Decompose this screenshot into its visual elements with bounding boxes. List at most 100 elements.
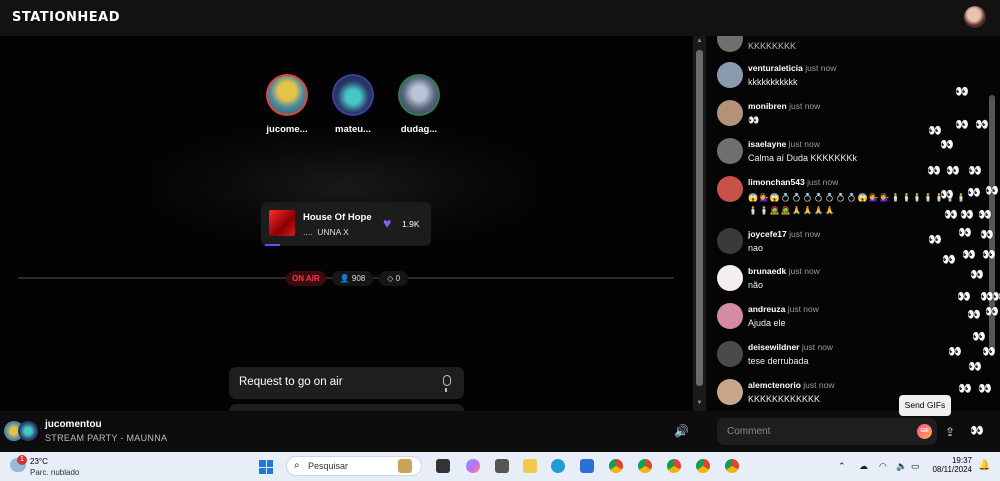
battery-icon[interactable]: ▭ <box>911 461 920 472</box>
cloud-icon[interactable]: ☁ <box>859 461 868 472</box>
clock[interactable]: 19:37 08/11/2024 <box>928 456 972 474</box>
eyes-reaction-icon: 👀 <box>946 165 960 177</box>
copilot-icon[interactable] <box>466 459 480 473</box>
chat-text: 👀 <box>748 115 760 125</box>
host-avatar[interactable] <box>332 74 374 116</box>
chat-scrollbar[interactable]: ▲ ▼ <box>693 36 706 411</box>
host-avatar[interactable] <box>266 74 308 116</box>
avatar <box>717 228 743 254</box>
user-avatar[interactable] <box>964 6 986 28</box>
eyes-reaction-icon: 👀 <box>962 249 976 261</box>
eyes-reaction-icon: 👀 <box>927 165 941 177</box>
temperature[interactable]: 23°C <box>30 457 48 466</box>
search-icon: ⌕ <box>294 460 300 471</box>
chat-username: monibren just now <box>748 101 821 111</box>
eyes-reaction-icon: 👀 <box>968 165 982 177</box>
eyes-reaction-icon: 👀 <box>967 187 981 199</box>
host-name: mateu... <box>335 124 371 135</box>
chat-username: brunaedk just now <box>748 266 820 276</box>
host-avatar[interactable] <box>398 74 440 116</box>
chrome-icon[interactable] <box>609 459 623 473</box>
send-gifs-tooltip: Send GIFs <box>899 395 951 416</box>
edge-icon[interactable] <box>551 459 565 473</box>
status-badges: ON AIR 👤 908 ◇ 0 <box>286 271 409 286</box>
share-icon[interactable]: ⇪ <box>945 425 955 439</box>
top-bar: STATIONHEAD <box>0 0 1000 36</box>
diamond-count: ◇ 0 <box>379 271 409 286</box>
eyes-reaction-icon: 👀 <box>955 86 969 98</box>
eyes-reaction-icon: 👀 <box>985 185 999 197</box>
task-view-icon[interactable] <box>436 459 450 473</box>
scroll-down-icon: ▼ <box>696 400 703 406</box>
eyes-reaction-icon: 👀 <box>928 125 942 137</box>
eyes-reaction-icon: 👀 <box>967 309 981 321</box>
player-subtitle: STREAM PARTY - MAUNNA <box>45 433 168 443</box>
chat-username: alemctenorio just now <box>748 380 835 390</box>
avatar <box>717 341 743 367</box>
track-artist: .... UNNA X <box>303 227 349 237</box>
eyes-reaction-icon: 👀 <box>982 346 996 358</box>
eyes-reaction-icon: 👀 <box>970 269 984 281</box>
eyes-reaction-icon: 👀 <box>942 254 956 266</box>
time: 19:37 <box>951 456 972 465</box>
chat-username: limonchan543 just now <box>748 177 839 187</box>
eyes-reaction-icon: 👀 <box>972 331 986 343</box>
notification-bell-icon[interactable]: 🔔 <box>978 460 990 471</box>
artist-icon: .... <box>303 227 313 237</box>
file-explorer-icon[interactable] <box>523 459 537 473</box>
chat-text: tese derrubada <box>748 356 809 366</box>
scroll-up-icon: ▲ <box>696 38 703 44</box>
eyes-reaction-icon: 👀 <box>982 249 996 261</box>
album-cover <box>269 210 295 236</box>
request-on-air-button[interactable]: Request to go on air <box>229 367 464 399</box>
eyes-reaction-icon: 👀 <box>978 383 992 395</box>
eyes-reaction-icon: 👀 <box>960 209 974 221</box>
calculator-icon[interactable] <box>495 459 509 473</box>
broadcast-stage: jucome... mateu... dudag... House Of Hop… <box>0 36 693 411</box>
host-list: jucome... mateu... dudag... <box>262 74 444 135</box>
track-progress-bar <box>265 244 280 246</box>
player-title[interactable]: jucomentou <box>45 419 102 430</box>
wifi-icon[interactable]: ◠ <box>879 461 887 472</box>
weather-condition[interactable]: Parc. nublado <box>30 468 79 477</box>
eyes-reaction-icon: 👀 <box>985 306 999 318</box>
comment-bar: GIF ⇪ 👀 <box>700 411 1000 452</box>
chat-text: Ajuda ele <box>748 318 786 328</box>
host-3[interactable]: dudag... <box>394 74 444 135</box>
chat-text: não <box>748 280 764 290</box>
heart-icon[interactable]: ♥ <box>383 216 391 230</box>
chat-text: KKKKKKKKKKKK <box>748 394 821 404</box>
diamond-icon: ◇ <box>387 274 394 283</box>
volume-icon[interactable]: 🔊 <box>674 424 689 438</box>
app-icon[interactable] <box>398 459 412 473</box>
chrome-icon[interactable] <box>696 459 710 473</box>
stationhead-logo[interactable]: STATIONHEAD <box>12 10 120 25</box>
chat-username: isaelayne just now <box>748 139 820 149</box>
chrome-icon[interactable] <box>667 459 681 473</box>
chat-username: andreuza just now <box>748 304 819 314</box>
eyes-reaction-icon: 👀 <box>958 227 972 239</box>
volume-icon[interactable]: 🔈 <box>896 461 907 472</box>
windows-start-icon[interactable] <box>259 460 273 474</box>
host-1[interactable]: jucome... <box>262 74 312 135</box>
eyes-reaction-icon: 👀 <box>958 383 972 395</box>
store-icon[interactable] <box>580 459 594 473</box>
host-2[interactable]: mateu... <box>328 74 378 135</box>
host-name: dudag... <box>400 124 438 135</box>
track-title: House Of Hope <box>303 212 372 223</box>
comment-input[interactable] <box>717 418 937 445</box>
eyes-reaction-button[interactable]: 👀 <box>970 424 984 437</box>
now-playing-card[interactable]: House Of Hope .... UNNA X ♥ 1.9K <box>261 202 431 246</box>
gif-button[interactable]: GIF <box>917 424 932 439</box>
eyes-reaction-icon: 👀 <box>940 139 954 151</box>
eyes-reaction-icon: 👀 <box>980 291 994 303</box>
scrollbar-thumb[interactable] <box>696 50 703 386</box>
chrome-icon[interactable] <box>725 459 739 473</box>
chrome-icon[interactable] <box>638 459 652 473</box>
avatar <box>717 100 743 126</box>
eyes-reaction-icon: 👀 <box>975 119 989 131</box>
windows-taskbar: 1 23°C Parc. nublado ⌕ Pesquisar ⌃ ☁ ◠ 🔈… <box>0 452 1000 481</box>
chevron-up-icon[interactable]: ⌃ <box>838 461 846 472</box>
chat-text: kkkkkkkkkkk <box>748 77 798 87</box>
avatar <box>717 379 743 405</box>
